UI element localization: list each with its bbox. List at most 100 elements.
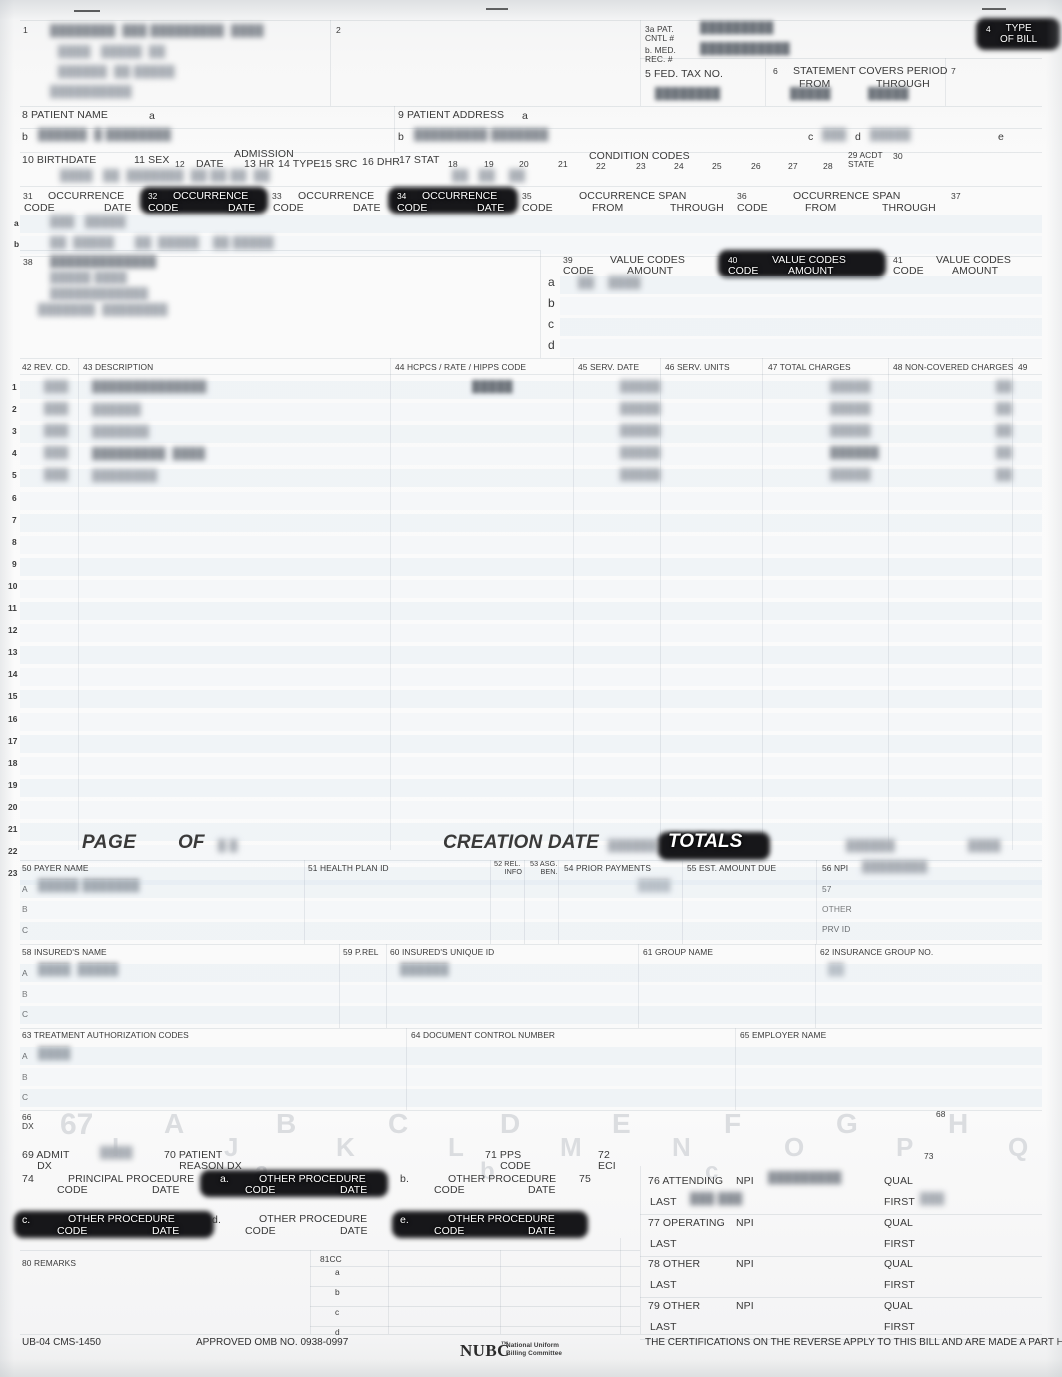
- field-53-label: 53 ASG. BEN.: [530, 859, 558, 876]
- condition-code-values: ██ ██ ██: [452, 170, 526, 182]
- totals-label: TOTALS: [668, 831, 743, 852]
- rule-f38-top: [20, 250, 540, 251]
- procedure-e-letter: e.: [400, 1214, 409, 1226]
- diagnosis-watermark-67: 67: [60, 1108, 94, 1141]
- service-line-number: 21: [8, 824, 18, 834]
- field-72-label: 72 ECI: [598, 1149, 616, 1172]
- rule-v-f54: [558, 860, 559, 944]
- procedure-c-code-label: CODE: [57, 1225, 88, 1237]
- procedure-c-title: OTHER PROCEDURE: [68, 1213, 175, 1225]
- field-32-date-label: DATE: [228, 202, 256, 214]
- occurrence-band-a: [20, 215, 1042, 233]
- procedure-c-date-label: DATE: [152, 1225, 180, 1237]
- procedure-e-title: OTHER PROCEDURE: [448, 1213, 555, 1225]
- field-9-a: a: [522, 110, 528, 122]
- service-line-number: 18: [8, 757, 18, 768]
- rule-cc-b: [310, 1286, 640, 1287]
- nubc-logo-line1: National Uniform: [506, 1342, 560, 1349]
- cc-row-b: b: [335, 1287, 340, 1297]
- provider-76-first-label: FIRST: [884, 1196, 915, 1208]
- rule-v-f55: [682, 860, 683, 944]
- svc-date-col-3: █████: [620, 425, 661, 437]
- field-44-header: 44 HCPCS / RATE / HIPPS CODE: [395, 362, 527, 372]
- procedure-b-code-label: CODE: [434, 1184, 465, 1196]
- field-40-number: 40: [728, 255, 738, 265]
- field-34-code-label: CODE: [397, 202, 428, 214]
- value-band-b: [560, 297, 1042, 315]
- field-81-label: 81CC: [320, 1254, 342, 1264]
- svc-date-col-5: █████: [620, 469, 661, 481]
- provider-phone-value: ██████████: [50, 86, 132, 98]
- service-line-number: 6: [12, 492, 17, 503]
- condition-code-28: 28: [823, 161, 833, 171]
- rule-v-f62: [815, 944, 816, 1028]
- condition-code-21: 21: [558, 159, 568, 169]
- svc-desc-4: █████████ ████: [92, 448, 206, 460]
- provider-77-npi-label: NPI: [736, 1216, 754, 1229]
- condition-code-27: 27: [788, 161, 798, 171]
- creation-date-label: CREATION DATE: [443, 832, 600, 853]
- auth-band-a: [20, 1047, 1042, 1065]
- cc-row-a: a: [335, 1267, 340, 1277]
- diagnosis-watermark-H: H: [948, 1108, 969, 1139]
- rule-f3-split: [640, 58, 1042, 59]
- field-3b-label: b. MED. REC. #: [645, 45, 676, 64]
- cc-row-d: d: [335, 1327, 340, 1337]
- svc-charge-1: █████: [830, 381, 871, 393]
- provider-addr2-value: ██████ ██ █████: [58, 66, 175, 78]
- occurrence-row-b: b: [14, 239, 20, 249]
- cc-row-c: c: [335, 1307, 340, 1317]
- field-38-line4: ███████ ████████: [38, 304, 168, 316]
- service-line-number: 22: [8, 846, 18, 857]
- rule-v-col48: [888, 358, 889, 850]
- diagnosis-watermark-N: N: [672, 1132, 691, 1162]
- field-49-header: 49: [1018, 362, 1028, 372]
- totals-value-1: ██████: [846, 840, 896, 852]
- field-32-title: OCCURRENCE: [173, 190, 249, 202]
- nubc-logo-line2: Billing Committee: [506, 1350, 563, 1357]
- condition-code-18: 18: [448, 159, 458, 169]
- rule-insured-bottom: [20, 1028, 1042, 1029]
- svc-desc-3: ███████: [92, 426, 150, 438]
- field-59-label: 59 P.REL: [343, 947, 379, 957]
- condition-code-24: 24: [674, 161, 684, 171]
- ub04-form-page: 1 2 ████████ ███ █████████ ████ ████ ███…: [0, 0, 1062, 1377]
- rule-form-bottom: [20, 1334, 1042, 1335]
- value-a-values: ██ ████: [578, 277, 641, 289]
- rule-v-remarks: [310, 1250, 311, 1334]
- insured-band-c: [20, 1006, 1042, 1024]
- field-64-label: 64 DOCUMENT CONTROL NUMBER: [411, 1030, 556, 1040]
- rule-cc-c: [310, 1306, 640, 1307]
- condition-code-26: 26: [751, 161, 761, 171]
- svc-desc-1: ██████████████: [92, 381, 207, 393]
- procedure-e-date-label: DATE: [528, 1225, 556, 1237]
- field-5-value: ████████: [655, 88, 721, 100]
- field-65-label: 65 EMPLOYER NAME: [740, 1030, 827, 1040]
- diagnosis-watermark-L: L: [448, 1132, 464, 1162]
- condition-code-22: 22: [596, 161, 606, 171]
- field-13-label: 13 HR: [244, 158, 275, 170]
- provider-76-npi-value: █████████: [768, 1172, 842, 1184]
- totals-value-2: ████: [968, 840, 1001, 852]
- diagnosis-watermark-D: D: [500, 1108, 521, 1139]
- field-5-label: 5 FED. TAX NO.: [645, 68, 724, 80]
- admit-dx-value: ████: [100, 1147, 133, 1159]
- registration-tick-left: [74, 10, 100, 12]
- field-34-number: 34: [397, 191, 407, 201]
- field-47-header: 47 TOTAL CHARGES: [768, 362, 851, 372]
- field-8-value: ██████ █ ████████: [38, 129, 172, 141]
- auth-band-b: [20, 1068, 1042, 1086]
- provider-79-qual-label: QUAL: [884, 1299, 913, 1312]
- field-80-label: 80 REMARKS: [22, 1258, 77, 1268]
- field-6-through-value: █████: [868, 88, 909, 100]
- field-35-from-label: FROM: [592, 202, 624, 214]
- insured-band-b: [20, 985, 1042, 1003]
- procedure-b-date-label: DATE: [528, 1184, 556, 1196]
- field-9-d-value: █████: [870, 129, 911, 141]
- svc-date-col: █████: [620, 381, 661, 393]
- svc-date-col-2: █████: [620, 403, 661, 415]
- field-38-line2: █████ ████: [50, 272, 128, 284]
- field-3a-value: █████████: [700, 22, 774, 34]
- field-69-label: 69 ADMIT DX: [22, 1149, 70, 1172]
- value-code-row-a: a: [548, 275, 555, 289]
